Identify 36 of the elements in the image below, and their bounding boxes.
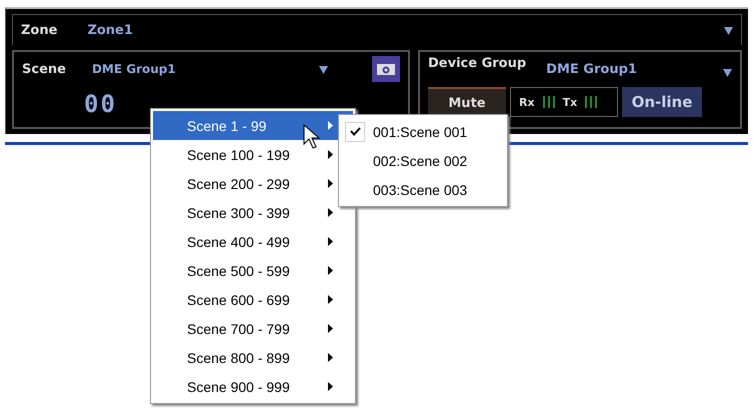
submenu-arrow-icon [328, 382, 333, 391]
scene-number-display: 00 [84, 90, 118, 118]
menu-item[interactable]: Scene 400 - 499 [153, 227, 353, 256]
tx-label: Tx [562, 96, 578, 108]
submenu-arrow-icon [328, 324, 333, 333]
camera-button[interactable] [372, 56, 400, 82]
submenu-arrow-icon [328, 179, 333, 188]
dropdown-arrow-icon[interactable] [723, 68, 732, 77]
menu-item[interactable]: Scene 600 - 699 [153, 285, 353, 314]
menu-item[interactable]: Scene 800 - 899 [153, 343, 353, 372]
scene-group-value[interactable]: DME Group1 [92, 62, 176, 76]
dropdown-arrow-icon[interactable] [319, 64, 328, 74]
menu-item[interactable]: Scene 900 - 999 [153, 372, 353, 401]
menu-item[interactable]: Scene 500 - 599 [153, 256, 353, 285]
online-button[interactable]: On-line [622, 87, 702, 117]
zone-value[interactable]: Zone1 [87, 22, 133, 38]
zone-label: Zone [21, 22, 58, 38]
camera-icon [376, 62, 396, 76]
rx-label: Rx [519, 96, 535, 108]
submenu-arrow-icon [328, 295, 333, 304]
submenu-arrow-icon [328, 121, 333, 130]
submenu-arrow-icon [328, 266, 333, 275]
submenu-arrow-icon [328, 353, 333, 362]
device-group-value[interactable]: DME Group1 [546, 62, 637, 77]
mute-button[interactable]: Mute [428, 87, 506, 117]
scene-label: Scene [22, 62, 66, 76]
mouse-cursor-icon [303, 124, 321, 150]
submenu-arrow-icon [328, 237, 333, 246]
submenu-arrow-icon [328, 150, 333, 159]
signal-meter-icon [542, 95, 555, 109]
submenu-arrow-icon [328, 208, 333, 217]
device-group-label: Device Group [428, 56, 526, 71]
menu-item[interactable]: Scene 1 - 99 [153, 111, 353, 140]
menu-item[interactable]: Scene 700 - 799 [153, 314, 353, 343]
dropdown-arrow-icon[interactable] [724, 26, 733, 34]
signal-meter-icon [585, 95, 598, 109]
